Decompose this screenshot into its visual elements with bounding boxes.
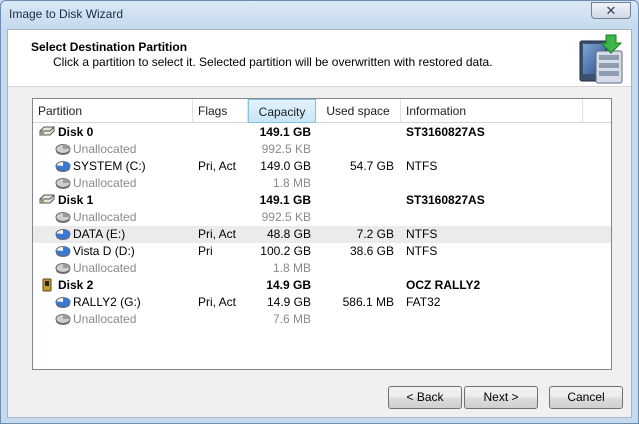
page-title: Select Destination Partition — [31, 40, 188, 54]
column-information[interactable]: Information — [401, 99, 583, 122]
column-used-space-label: Used space — [326, 104, 390, 118]
partition-icon — [55, 244, 71, 258]
hard-disk-icon — [39, 125, 55, 139]
partition-icon — [55, 159, 71, 173]
row-used-space: 54.7 GB — [349, 159, 394, 173]
row-capacity: 992.5 KB — [261, 142, 311, 156]
close-button[interactable]: ✕ — [591, 2, 631, 19]
wizard-header: Select Destination Partition Click a par… — [8, 30, 631, 87]
disk-row[interactable]: Disk 2 14.9 GB OCZ RALLY2 — [33, 277, 611, 294]
row-name: Disk 2 — [58, 278, 94, 292]
row-capacity: 1.8 MB — [272, 176, 311, 190]
cancel-button[interactable]: Cancel — [549, 386, 623, 409]
row-capacity: 7.6 MB — [272, 312, 311, 326]
row-capacity: 992.5 KB — [261, 210, 311, 224]
unallocated-icon — [55, 142, 71, 156]
row-information: NTFS — [406, 244, 438, 258]
row-flags: Pri, Act — [198, 159, 237, 173]
unallocated-icon — [55, 312, 71, 326]
unallocated-row[interactable]: Unallocated 992.5 KB — [33, 141, 611, 158]
row-information: NTFS — [406, 227, 438, 241]
row-information: ST3160827AS — [406, 193, 485, 207]
column-header-row: Partition Flags Capacity Used space Info… — [33, 99, 611, 123]
wizard-client-area: Select Destination Partition Click a par… — [7, 29, 632, 418]
wizard-window: Image to Disk Wizard ✕ Select Destinatio… — [0, 0, 639, 424]
row-used-space: 7.2 GB — [356, 227, 394, 241]
row-name: Unallocated — [73, 142, 137, 156]
unallocated-icon — [55, 261, 71, 275]
row-capacity: 149.1 GB — [259, 193, 311, 207]
row-information: NTFS — [406, 159, 438, 173]
column-capacity-label: Capacity — [258, 105, 306, 119]
unallocated-row[interactable]: Unallocated 1.8 MB — [33, 175, 611, 192]
button-bar: < Back Next > Cancel — [8, 370, 631, 418]
row-name: Unallocated — [73, 312, 137, 326]
title-bar[interactable]: Image to Disk Wizard ✕ — [1, 1, 638, 29]
row-used-space: 586.1 MB — [342, 295, 394, 309]
unallocated-row[interactable]: Unallocated 992.5 KB — [33, 209, 611, 226]
row-information: ST3160827AS — [406, 125, 485, 139]
next-button[interactable]: Next > — [464, 386, 538, 409]
back-button[interactable]: < Back — [388, 386, 462, 409]
disk-restore-icon — [579, 34, 623, 84]
row-capacity: 14.9 GB — [266, 278, 311, 292]
row-capacity: 14.9 GB — [266, 295, 311, 309]
column-partition[interactable]: Partition — [33, 99, 193, 122]
column-information-label: Information — [406, 104, 467, 118]
row-capacity: 1.8 MB — [272, 261, 311, 275]
row-name: Unallocated — [73, 210, 137, 224]
column-capacity[interactable]: Capacity — [248, 99, 316, 123]
disk-row[interactable]: Disk 0 149.1 GB ST3160827AS — [33, 124, 611, 141]
hard-disk-icon — [39, 193, 55, 207]
row-used-space: 38.6 GB — [349, 244, 394, 258]
row-capacity: 149.1 GB — [259, 125, 311, 139]
row-flags: Pri — [198, 244, 213, 258]
row-name: Unallocated — [73, 261, 137, 275]
row-capacity: 149.0 GB — [260, 159, 311, 173]
row-name: Disk 1 — [58, 193, 94, 207]
row-name: Disk 0 — [58, 125, 94, 139]
row-name: SYSTEM (C:) — [73, 159, 146, 173]
column-flags[interactable]: Flags — [193, 99, 248, 122]
row-information: FAT32 — [406, 295, 441, 309]
column-partition-label: Partition — [38, 104, 83, 118]
row-flags: Pri, Act — [198, 295, 237, 309]
partition-icon — [55, 227, 71, 241]
row-name: Unallocated — [73, 176, 137, 190]
column-used-space[interactable]: Used space — [316, 99, 401, 122]
usb-drive-icon — [39, 278, 55, 292]
row-capacity: 100.2 GB — [260, 244, 311, 258]
unallocated-row[interactable]: Unallocated 7.6 MB — [33, 311, 611, 328]
row-name: RALLY2 (G:) — [73, 295, 141, 309]
column-flags-label: Flags — [198, 104, 228, 118]
partition-row[interactable]: DATA (E:) Pri, Act 48.8 GB 7.2 GB NTFS — [33, 226, 611, 243]
close-icon: ✕ — [605, 3, 617, 18]
disk-row[interactable]: Disk 1 149.1 GB ST3160827AS — [33, 192, 611, 209]
row-name: DATA (E:) — [73, 227, 126, 241]
row-information: OCZ RALLY2 — [406, 278, 481, 292]
partition-row[interactable]: SYSTEM (C:) Pri, Act 149.0 GB 54.7 GB NTFS — [33, 158, 611, 175]
partition-rows: Disk 0 149.1 GB ST3160827AS Unallocated 992.… — [33, 124, 611, 328]
page-subtitle: Click a partition to select it. Selected… — [53, 55, 493, 69]
partition-list[interactable]: Partition Flags Capacity Used space Info… — [32, 98, 612, 370]
partition-row[interactable]: Vista D (D:) Pri 100.2 GB 38.6 GB NTFS — [33, 243, 611, 260]
unallocated-row[interactable]: Unallocated 1.8 MB — [33, 260, 611, 277]
row-flags: Pri, Act — [198, 227, 237, 241]
partition-row[interactable]: RALLY2 (G:) Pri, Act 14.9 GB 586.1 MB FAT32 — [33, 294, 611, 311]
partition-icon — [55, 295, 71, 309]
unallocated-icon — [55, 176, 71, 190]
row-name: Vista D (D:) — [73, 244, 135, 258]
unallocated-icon — [55, 210, 71, 224]
row-capacity: 48.8 GB — [266, 227, 311, 241]
window-title: Image to Disk Wizard — [9, 7, 124, 21]
